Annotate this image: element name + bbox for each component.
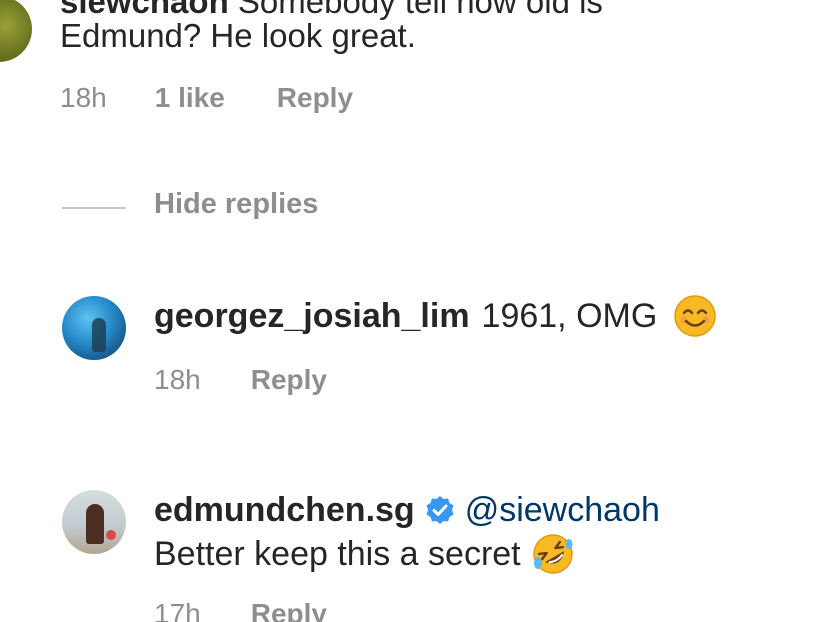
- avatar-person: [86, 504, 104, 544]
- avatar[interactable]: [62, 490, 126, 554]
- reply-message: Better keep this a secret: [154, 535, 521, 573]
- verified-badge-icon: [426, 496, 454, 524]
- reply-username[interactable]: georgez_josiah_lim: [154, 294, 470, 338]
- avatar[interactable]: [62, 296, 126, 360]
- divider: [62, 207, 126, 209]
- avatar-figure: [92, 318, 106, 352]
- reply-timestamp: 18h: [154, 364, 201, 395]
- reply-header: edmundchen.sg @siewchaoh: [154, 488, 660, 532]
- reply-meta: 17h Reply: [154, 598, 327, 622]
- reply-button[interactable]: Reply: [251, 364, 327, 396]
- comment-text-line2: Edmund? He look great.: [60, 17, 416, 54]
- reply-text: Better keep this a secret: [154, 532, 575, 576]
- avatar-flower: [106, 530, 116, 540]
- comment-timestamp: 18h: [60, 82, 107, 113]
- mention-link[interactable]: @siewchaoh: [465, 488, 660, 532]
- reply-text: georgez_josiah_lim 1961, OMG: [154, 294, 717, 338]
- comment-meta: 18h 1 like Reply: [60, 82, 353, 114]
- hide-replies-button[interactable]: Hide replies: [154, 188, 318, 221]
- avatar[interactable]: [0, 0, 32, 62]
- rolling-laughing-emoji-icon: [532, 534, 573, 574]
- smiling-face-emoji-icon: [674, 295, 717, 337]
- reply-meta: 18h Reply: [154, 364, 327, 396]
- reply-username[interactable]: edmundchen.sg: [154, 488, 415, 532]
- reply-timestamp: 17h: [154, 598, 201, 622]
- reply-message: 1961, OMG: [481, 297, 658, 335]
- likes-count[interactable]: 1 like: [155, 82, 225, 114]
- reply-button[interactable]: Reply: [277, 82, 353, 114]
- reply-button[interactable]: Reply: [251, 598, 327, 622]
